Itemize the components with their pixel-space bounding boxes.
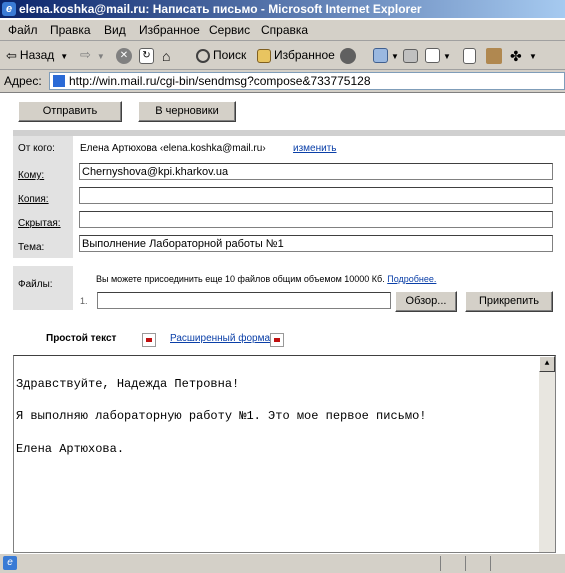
more-info-link[interactable]: Подробнее. (387, 274, 436, 284)
favorites-icon (257, 48, 271, 63)
search-button[interactable]: Поиск (196, 45, 246, 65)
status-divider (465, 556, 466, 571)
discuss-button[interactable] (463, 45, 479, 65)
divider (13, 130, 565, 136)
address-input[interactable]: http://win.mail.ru/cgi-bin/sendmsg?compo… (49, 72, 565, 90)
research-button[interactable]: ✤ ▼ (510, 45, 537, 65)
research-dropdown-icon[interactable]: ▼ (529, 52, 537, 61)
back-arrow-icon: ⇦ (6, 47, 17, 63)
menu-favorites[interactable]: Избранное (139, 23, 200, 37)
address-label: Адрес: (4, 74, 42, 88)
rich-format-icon[interactable] (270, 333, 284, 347)
to-field[interactable]: Chernyshova@kpi.kharkov.ua (79, 163, 553, 180)
plain-text-icon[interactable] (142, 333, 156, 347)
forward-dropdown-icon[interactable]: ▼ (97, 52, 105, 61)
favorites-button[interactable]: Избранное (257, 45, 335, 65)
media-button[interactable] (340, 45, 359, 65)
history-button[interactable]: ▼ (373, 45, 399, 65)
messenger-icon (486, 47, 502, 64)
address-url: http://win.mail.ru/cgi-bin/sendmsg?compo… (69, 74, 371, 88)
status-divider (440, 556, 441, 571)
back-label: Назад (19, 48, 55, 62)
file-index: 1. (80, 296, 88, 306)
subject-label: Тема: (18, 242, 45, 253)
change-sender-link[interactable]: изменить (293, 143, 337, 154)
files-hint-text: Вы можете присоединить еще 10 файлов общ… (96, 274, 385, 284)
cc-field[interactable] (79, 187, 553, 204)
menu-edit[interactable]: Правка (50, 23, 91, 37)
menu-bar: Файл Правка Вид Избранное Сервис Справка (0, 20, 565, 41)
window-title: elena.koshka@mail.ru: Написать письмо - … (19, 2, 422, 16)
send-button[interactable]: Отправить (18, 101, 122, 122)
edit-icon (425, 48, 440, 64)
ie-logo-icon: e (2, 2, 16, 16)
print-button[interactable] (403, 45, 421, 65)
to-label[interactable]: Кому: (18, 170, 44, 181)
stop-button[interactable]: ✕ (116, 45, 135, 65)
search-icon (196, 48, 210, 63)
message-body-editor[interactable]: Здравствуйте, Надежда Петровна! Я выполн… (13, 355, 556, 553)
forward-button[interactable]: ⇨ ▼ (80, 45, 105, 65)
editor-scrollbar[interactable]: ▲ (539, 356, 555, 552)
menu-help[interactable]: Справка (261, 23, 308, 37)
from-label: От кого: (18, 143, 55, 154)
from-value: Елена Артюхова ‹elena.koshka@mail.ru› (80, 143, 266, 154)
refresh-icon: ↻ (139, 47, 154, 64)
browse-button[interactable]: Обзор... (395, 291, 457, 312)
back-button[interactable]: ⇦ Назад ▼ (6, 45, 68, 65)
menu-tools[interactable]: Сервис (209, 23, 250, 37)
discuss-icon (463, 47, 476, 64)
menu-file[interactable]: Файл (8, 23, 38, 37)
scroll-up-icon[interactable]: ▲ (539, 356, 555, 372)
ie-status-icon: e (3, 556, 17, 570)
bcc-label[interactable]: Скрытая: (18, 218, 61, 229)
research-icon: ✤ (510, 47, 522, 64)
files-label: Файлы: (18, 279, 53, 290)
history-icon (373, 48, 388, 64)
home-icon: ⌂ (162, 47, 171, 64)
home-button[interactable]: ⌂ (162, 45, 181, 65)
search-label: Поиск (213, 48, 247, 62)
back-dropdown-icon[interactable]: ▼ (60, 52, 68, 61)
draft-button[interactable]: В черновики (138, 101, 236, 122)
toolbar: ⇦ Назад ▼ ⇨ ▼ ✕ ↻ ⌂ Поиск Избранное ▼ ▼ ✤ ▼ (0, 41, 565, 70)
compose-page: Отправить В черновики От кого: Елена Арт… (0, 93, 565, 553)
cc-label[interactable]: Копия: (18, 194, 49, 205)
tab-rich-format[interactable]: Расширенный формат (170, 333, 274, 344)
body-line: Елена Артюхова. (16, 442, 125, 456)
bcc-field[interactable] (79, 211, 553, 228)
forward-arrow-icon: ⇨ (80, 47, 91, 62)
status-divider (490, 556, 491, 571)
attach-button[interactable]: Прикрепить (465, 291, 553, 312)
status-bar: e (0, 553, 565, 573)
refresh-button[interactable]: ↻ (139, 45, 157, 65)
messenger-button[interactable] (486, 45, 505, 65)
history-dropdown-icon[interactable]: ▼ (391, 52, 399, 61)
subject-field[interactable]: Выполнение Лабораторной работы №1 (79, 235, 553, 252)
favorites-label: Избранное (274, 48, 335, 62)
file-path-field[interactable] (97, 292, 391, 309)
tab-plain-text[interactable]: Простой текст (46, 333, 116, 344)
print-icon (403, 48, 418, 63)
body-line: Я выполняю лабораторную работу №1. Это м… (16, 409, 427, 423)
edit-dropdown-icon[interactable]: ▼ (443, 52, 451, 61)
page-icon (53, 75, 65, 87)
menu-view[interactable]: Вид (104, 23, 126, 37)
stop-icon: ✕ (116, 47, 132, 64)
body-line: Здравствуйте, Надежда Петровна! (16, 377, 240, 391)
title-bar: e elena.koshka@mail.ru: Написать письмо -… (0, 0, 565, 18)
files-hint: Вы можете присоединить еще 10 файлов общ… (96, 274, 436, 284)
media-icon (340, 47, 356, 64)
address-bar: Адрес: http://win.mail.ru/cgi-bin/sendms… (0, 70, 565, 93)
edit-button[interactable]: ▼ (425, 45, 451, 65)
